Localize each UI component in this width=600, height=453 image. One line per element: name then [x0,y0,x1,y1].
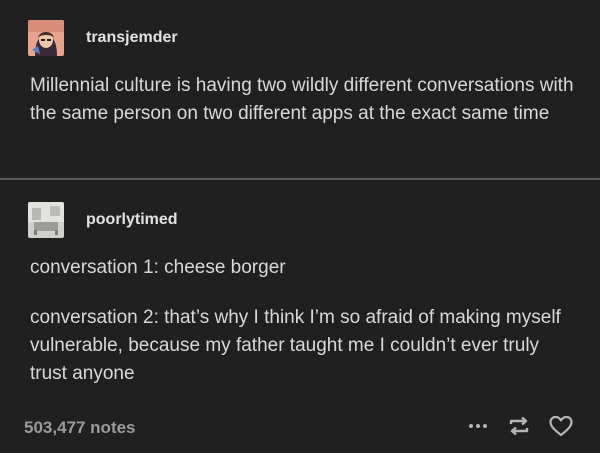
divider [0,178,600,180]
post-body-text: conversation 1: cheese borger [30,257,286,278]
like-button[interactable] [548,414,574,438]
notes-count[interactable]: 503,477 notes [24,418,136,438]
reblog-button[interactable] [506,414,532,438]
room-photo-avatar-icon [28,202,64,238]
more-options-icon [469,424,487,428]
more-options-button[interactable] [466,414,490,438]
avatar[interactable] [28,20,64,56]
post-body-text: Millennial culture is having two wildly … [30,75,574,124]
username[interactable]: poorlytimed [86,211,178,229]
reblog-icon [509,416,529,436]
username[interactable]: transjemder [86,29,178,47]
post-body-text: conversation 2: that’s why I think I’m s… [30,307,561,384]
like-heart-icon [549,415,573,437]
post1-header: transjemder [28,20,178,56]
avatar[interactable] [28,202,64,238]
tumblr-post: transjemder Millennial culture is having… [0,0,600,453]
post-actions [466,414,574,438]
post2-header: poorlytimed [28,202,178,238]
illustrated-avatar-icon [28,20,64,56]
